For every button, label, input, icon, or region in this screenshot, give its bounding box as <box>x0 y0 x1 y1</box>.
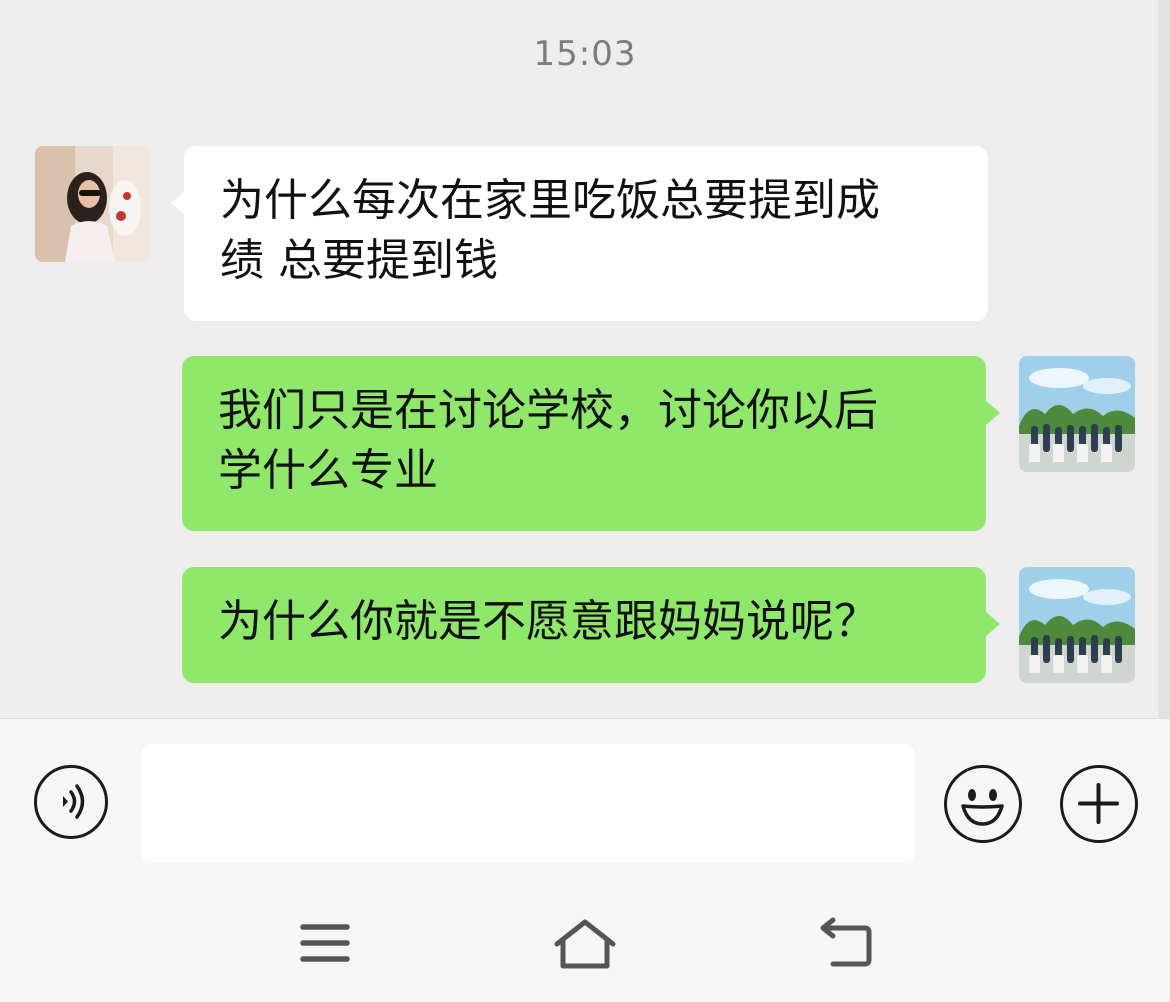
plus-icon <box>1078 783 1119 824</box>
outgoing-message-bubble[interactable]: 为什么你就是不愿意跟妈妈说呢？ <box>182 567 986 683</box>
menu-icon <box>300 924 350 962</box>
back-icon <box>820 917 872 967</box>
scrollbar-track <box>1158 0 1170 718</box>
chat-area: 15:03 为什么每次在家里吃饭总要提到成 绩 总要提到钱 我们只是在讨论学校，… <box>0 0 1158 718</box>
voice-button[interactable] <box>34 765 108 839</box>
message-line: 为什么每次在家里吃饭总要提到成 <box>220 175 880 226</box>
back-button[interactable] <box>805 904 885 974</box>
voice-icon <box>63 784 85 819</box>
contact-avatar[interactable] <box>35 146 151 262</box>
more-button[interactable] <box>1060 765 1138 843</box>
message-timestamp: 15:03 <box>533 34 637 74</box>
menu-button[interactable] <box>285 904 365 974</box>
home-icon <box>554 919 616 969</box>
emoji-button[interactable] <box>944 765 1022 843</box>
my-avatar[interactable] <box>1019 356 1135 472</box>
message-line: 我们只是在讨论学校，讨论你以后 <box>218 385 878 436</box>
message-line: 学什么专业 <box>218 445 438 496</box>
home-button[interactable] <box>545 904 625 974</box>
incoming-bubble-tail <box>171 191 185 215</box>
message-input[interactable] <box>141 744 915 862</box>
message-line: 绩 总要提到钱 <box>220 235 498 286</box>
emoji-icon <box>961 789 1004 826</box>
message-line: 为什么你就是不愿意跟妈妈说呢？ <box>218 596 878 647</box>
input-bar <box>0 718 1170 887</box>
system-nav-bar <box>0 886 1170 1002</box>
outgoing-message-bubble[interactable]: 我们只是在讨论学校，讨论你以后 学什么专业 <box>182 356 986 531</box>
incoming-message-bubble[interactable]: 为什么每次在家里吃饭总要提到成 绩 总要提到钱 <box>184 146 988 321</box>
outgoing-bubble-tail <box>986 401 1000 425</box>
outgoing-bubble-tail <box>986 612 1000 636</box>
my-avatar[interactable] <box>1019 567 1135 683</box>
